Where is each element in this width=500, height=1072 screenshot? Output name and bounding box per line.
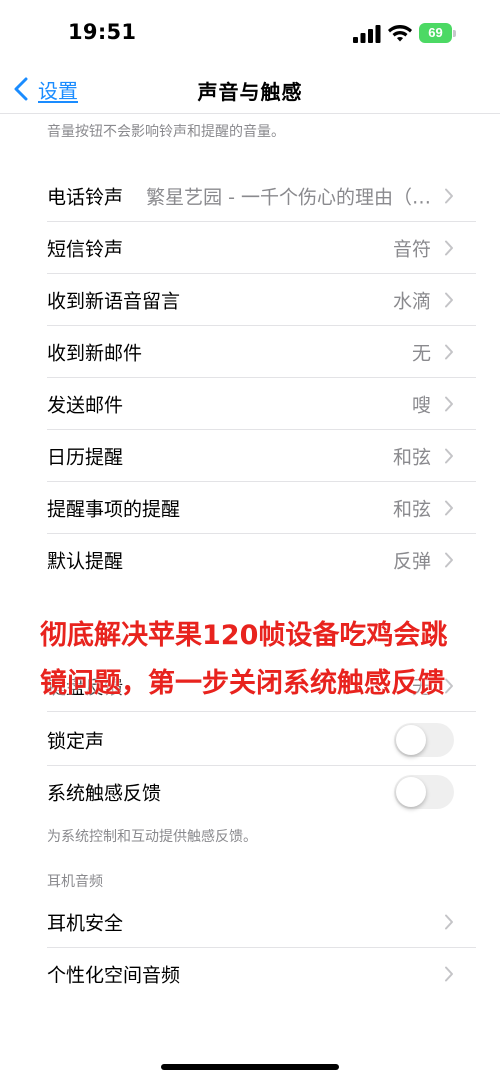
- status-time: 19:51: [68, 20, 137, 44]
- row-label: 短信铃声: [47, 238, 124, 261]
- row-lock-sound: 锁定声: [47, 714, 476, 766]
- battery-level: 69: [419, 23, 452, 43]
- toggle-knob: [396, 725, 426, 755]
- row-reminder-alerts[interactable]: 提醒事项的提醒 和弦: [47, 482, 476, 534]
- overlay-caption: 彻底解决苹果120帧设备吃鸡会跳 镜问题，第一步关闭系统触感反馈: [40, 612, 480, 708]
- row-value: 水滴: [392, 290, 431, 313]
- row-calendar-alerts[interactable]: 日历提醒 和弦: [47, 430, 476, 482]
- chevron-right-icon: [445, 292, 453, 308]
- section-header-headphone-audio: 耳机音频: [47, 874, 103, 890]
- chevron-right-icon: [445, 500, 453, 516]
- row-personalized-spatial-audio[interactable]: 个性化空间音频: [47, 948, 476, 1000]
- row-label: 默认提醒: [47, 550, 124, 573]
- wifi-icon: [388, 25, 412, 42]
- row-value: 无: [411, 342, 431, 365]
- row-value: 反弹: [392, 550, 431, 573]
- toggle-knob: [396, 777, 426, 807]
- row-label: 日历提醒: [47, 446, 124, 469]
- divider: [47, 711, 476, 712]
- home-indicator: [161, 1064, 339, 1070]
- overlay-caption-line-1: 彻底解决苹果120帧设备吃鸡会跳: [40, 620, 448, 651]
- cellular-signal-icon: [353, 25, 381, 43]
- battery-icon: 69: [419, 23, 457, 43]
- row-label: 收到新邮件: [47, 342, 143, 365]
- row-sent-mail[interactable]: 发送邮件 嗖: [47, 378, 476, 430]
- row-text-tone[interactable]: 短信铃声 音符: [47, 222, 476, 274]
- chevron-right-icon: [445, 966, 453, 982]
- row-ringtone[interactable]: 电话铃声 繁星艺园 - 一千个伤心的理由（…: [47, 170, 476, 222]
- navigation-bar: 设置 声音与触感: [0, 64, 500, 114]
- page-title: 声音与触感: [197, 80, 303, 104]
- row-value: 和弦: [392, 446, 431, 469]
- chevron-right-icon: [445, 344, 453, 360]
- row-system-haptics: 系统触感反馈: [47, 766, 476, 818]
- chevron-right-icon: [445, 552, 453, 568]
- chevron-right-icon: [445, 240, 453, 256]
- row-value: 和弦: [392, 498, 431, 521]
- row-value: 嗖: [411, 394, 431, 417]
- haptics-footnote: 为系统控制和互动提供触感反馈。: [47, 829, 257, 845]
- chevron-right-icon: [445, 396, 453, 412]
- row-label: 收到新语音留言: [47, 290, 181, 313]
- row-default-alerts[interactable]: 默认提醒 反弹: [47, 534, 476, 586]
- ringer-footnote: 音量按钮不会影响铃声和提醒的音量。: [47, 124, 285, 140]
- system-haptics-toggle[interactable]: [394, 775, 454, 809]
- row-label: 个性化空间音频: [47, 964, 181, 987]
- row-label: 发送邮件: [47, 394, 124, 417]
- chevron-right-icon: [445, 914, 453, 930]
- overlay-caption-line-2: 镜问题，第一步关闭系统触感反馈: [40, 668, 445, 699]
- row-label: 锁定声: [47, 730, 105, 753]
- lock-sound-toggle[interactable]: [394, 723, 454, 757]
- row-headphone-safety[interactable]: 耳机安全: [47, 896, 476, 948]
- row-label: 提醒事项的提醒: [47, 498, 181, 521]
- row-label: 电话铃声: [47, 186, 124, 209]
- chevron-right-icon: [445, 188, 453, 204]
- chevron-right-icon: [445, 448, 453, 464]
- row-new-voicemail[interactable]: 收到新语音留言 水滴: [47, 274, 476, 326]
- row-label: 系统触感反馈: [47, 782, 162, 805]
- row-value: 繁星艺园 - 一千个伤心的理由（…: [146, 186, 431, 209]
- row-new-mail[interactable]: 收到新邮件 无: [47, 326, 476, 378]
- row-label: 耳机安全: [47, 912, 124, 935]
- status-bar: 19:51 69: [0, 0, 500, 64]
- row-value: 音符: [392, 238, 431, 261]
- battery-nub: [453, 30, 456, 37]
